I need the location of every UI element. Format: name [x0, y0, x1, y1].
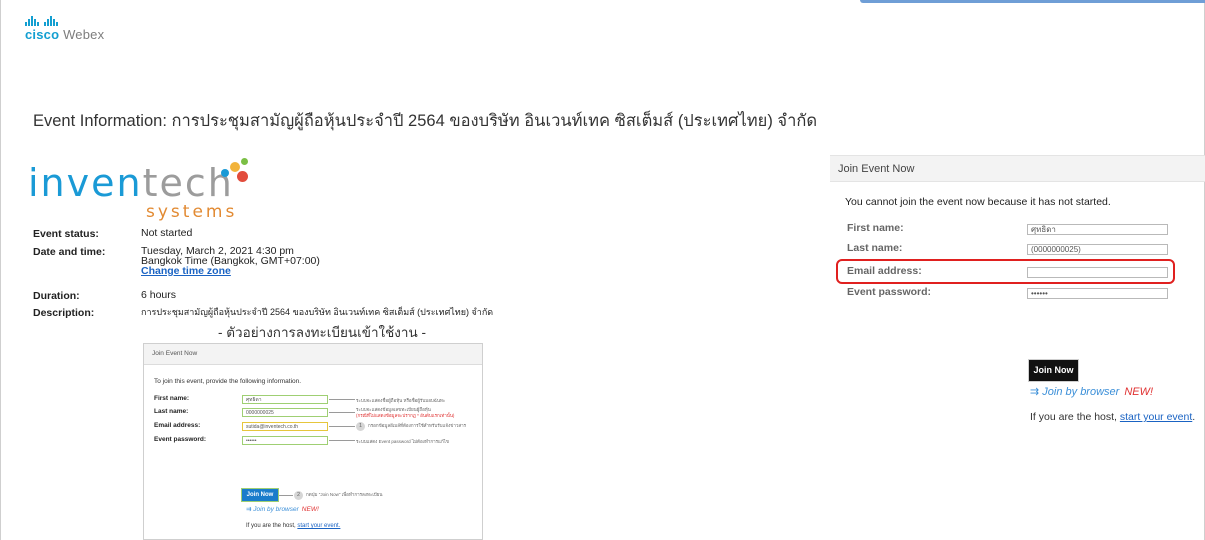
- sample-note-3: กรอกข้อมูลอีเมล์ที่ต้องการใช้สำหรับรับแจ…: [368, 423, 467, 428]
- sample-browser-icon: ⇉: [246, 506, 252, 513]
- join-event-panel: Join Event Now You cannot join the event…: [830, 155, 1205, 455]
- sample-registration-image: Join Event Now To join this event, provi…: [143, 343, 483, 540]
- logo-word-blue: inven: [28, 161, 143, 205]
- join-by-browser-link[interactable]: ⇉ Join by browser NEW!: [1030, 385, 1153, 398]
- event-status-value: Not started: [141, 227, 193, 239]
- join-now-button[interactable]: Join Now: [1028, 359, 1079, 382]
- first-name-input[interactable]: [1027, 224, 1168, 235]
- sample-new-badge: NEW!: [301, 506, 319, 513]
- sample-connector: [329, 426, 355, 427]
- sample-step-1-badge: 1: [356, 422, 365, 431]
- sample-connector: [329, 412, 355, 413]
- join-panel-title: Join Event Now: [830, 155, 1205, 182]
- logo-subtitle: systems: [146, 202, 238, 222]
- event-password-input[interactable]: [1027, 288, 1168, 299]
- sample-host-text: If you are the host, start your event.: [246, 523, 340, 529]
- sample-last-name-field: 0000000025: [242, 408, 328, 417]
- sample-join-by-browser: ⇉ Join by browser NEW!: [246, 505, 319, 513]
- top-accent-bar: [860, 0, 1205, 3]
- change-time-zone-link[interactable]: Change time zone: [141, 266, 231, 277]
- inventech-logo: inventech systems: [28, 158, 268, 228]
- date-time-label: Date and time:: [33, 246, 106, 258]
- description-label: Description:: [33, 307, 95, 319]
- email-highlight-box: [836, 259, 1175, 284]
- not-started-message: You cannot join the event now because it…: [845, 196, 1111, 208]
- description-value: การประชุมสามัญผู้ถือหุ้นประจำปี 2564 ของ…: [141, 307, 494, 317]
- sample-start-event-link: start your event.: [297, 523, 341, 529]
- sample-last-name-label: Last name:: [154, 408, 189, 415]
- page-title: Event Information: การประชุมสามัญผู้ถือห…: [33, 112, 818, 130]
- sample-note-5: กดปุ่ม "Join Now" เพื่อทำการลงทะเบียน: [306, 492, 383, 497]
- window-left-border: [0, 0, 1, 540]
- logo-dots-icon: [221, 158, 255, 188]
- sample-first-name-label: First name:: [154, 395, 190, 402]
- host-period: .: [1192, 411, 1196, 423]
- sample-connector: [279, 495, 293, 496]
- event-status-label: Event status:: [33, 228, 99, 240]
- last-name-input[interactable]: [1027, 244, 1168, 255]
- join-by-browser-label: Join by browser: [1042, 386, 1120, 398]
- last-name-label: Last name:: [847, 242, 903, 254]
- sample-first-name-field: ศุทธิดา: [242, 395, 328, 404]
- sample-step-2-badge: 2: [294, 491, 303, 500]
- sample-join-now-button: Join Now: [241, 488, 279, 502]
- duration-label: Duration:: [33, 290, 80, 302]
- duration-value: 6 hours: [141, 289, 177, 301]
- first-name-label: First name:: [847, 222, 904, 234]
- start-your-event-link[interactable]: start your event: [1120, 411, 1192, 423]
- sample-instruction: To join this event, provide the followin…: [154, 378, 302, 385]
- sample-host-label: If you are the host,: [246, 523, 296, 529]
- sample-connector: [329, 440, 355, 441]
- sample-panel-title: Join Event Now: [144, 344, 482, 365]
- sample-email-label: Email address:: [154, 422, 201, 429]
- sample-email-field: sutida@inventech.co.th: [242, 422, 328, 431]
- sample-note-4: ระบบแสดง Event password ไม่ต้องทำการแก้ไ…: [356, 439, 450, 444]
- sample-note-1: ระบบจะแสดงชื่อผู้ถือหุ้น หรือชื่อผู้รับม…: [356, 398, 446, 403]
- sample-password-field: ••••••: [242, 436, 328, 445]
- host-label: If you are the host,: [1030, 411, 1117, 423]
- browser-icon: ⇉: [1030, 386, 1040, 398]
- webex-wordmark: Webex: [63, 27, 105, 42]
- new-badge: NEW!: [1124, 386, 1154, 398]
- sample-connector: [329, 399, 355, 400]
- host-text: If you are the host, start your event.: [1030, 411, 1195, 423]
- sample-note-2b: (กรณีที่ไม่แสดงข้อมูลจะปรากฏ * อันดับแรก…: [356, 413, 455, 418]
- event-password-label: Event password:: [847, 286, 932, 298]
- cisco-bars-icon: [25, 16, 104, 26]
- cisco-wordmark: cisco: [25, 27, 60, 42]
- sample-password-label: Event password:: [154, 436, 207, 443]
- sample-heading: - ตัวอย่างการลงทะเบียนเข้าใช้งาน -: [218, 325, 426, 340]
- sample-browser-label: Join by browser: [253, 506, 299, 513]
- cisco-webex-logo: cisco Webex: [25, 16, 104, 42]
